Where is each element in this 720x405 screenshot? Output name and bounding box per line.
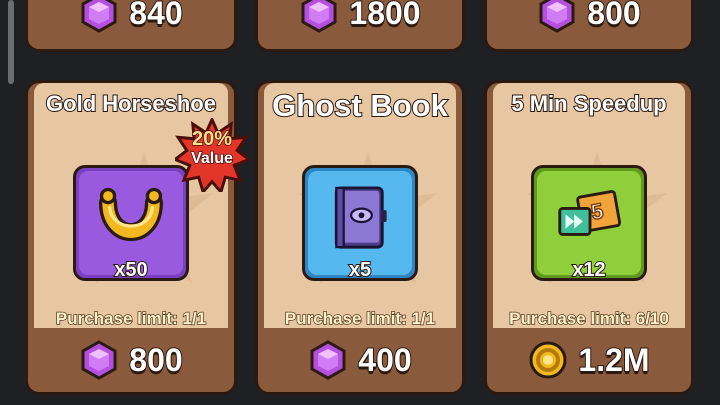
price-button[interactable]: 800 bbox=[28, 328, 234, 392]
gem-icon bbox=[81, 340, 117, 380]
price-label: 400 bbox=[357, 341, 412, 379]
price-label: 1.2M bbox=[577, 341, 650, 379]
gem-icon bbox=[301, 0, 337, 33]
price-label: 800 bbox=[586, 0, 641, 32]
shop-card-top-1[interactable]: 840 bbox=[25, 0, 237, 52]
offer-title: Ghost Book bbox=[271, 87, 449, 124]
price-button[interactable]: 840 bbox=[28, 0, 234, 49]
offer-title: Gold Horseshoe bbox=[45, 90, 217, 117]
shop-card-ghost-book[interactable]: Ghost Book x5 Purchase limit: 1/1 400 bbox=[255, 80, 465, 395]
gem-icon bbox=[539, 0, 575, 33]
purchase-limit: Purchase limit: 1/1 bbox=[55, 308, 207, 329]
price-button[interactable]: 1800 bbox=[258, 0, 462, 49]
purchase-limit: Purchase limit: 6/10 bbox=[508, 308, 669, 329]
gem-icon bbox=[310, 340, 346, 380]
scrollbar[interactable] bbox=[8, 0, 14, 84]
price-label: 840 bbox=[128, 0, 183, 32]
badge-label: Value bbox=[190, 150, 233, 168]
value-badge-text: 20% Value bbox=[175, 128, 249, 168]
price-button[interactable]: 400 bbox=[258, 328, 462, 392]
item-quantity: x5 bbox=[348, 258, 372, 282]
offer-title: 5 Min Speedup bbox=[510, 90, 667, 117]
gold-coin-icon bbox=[529, 341, 567, 379]
badge-percent: 20% bbox=[191, 128, 233, 150]
horseshoe-icon bbox=[99, 187, 163, 242]
price-button[interactable]: 1.2M bbox=[487, 328, 691, 392]
item-quantity: x50 bbox=[113, 258, 148, 282]
purchase-limit: Purchase limit: 1/1 bbox=[284, 308, 436, 329]
shop-card-5-min-speedup[interactable]: 5 Min Speedup 5 x12 Purchase limit: 6/10… bbox=[484, 80, 694, 395]
gem-icon bbox=[81, 0, 117, 33]
shop-card-top-2[interactable]: 1800 bbox=[255, 0, 465, 52]
speedup-ticket-icon: 5 bbox=[558, 190, 622, 236]
item-quantity: x12 bbox=[571, 258, 606, 282]
book-icon bbox=[334, 186, 387, 249]
price-label: 1800 bbox=[348, 0, 421, 32]
price-label: 800 bbox=[128, 341, 183, 379]
price-button[interactable]: 800 bbox=[487, 0, 691, 49]
shop-card-top-3[interactable]: 800 bbox=[484, 0, 694, 52]
